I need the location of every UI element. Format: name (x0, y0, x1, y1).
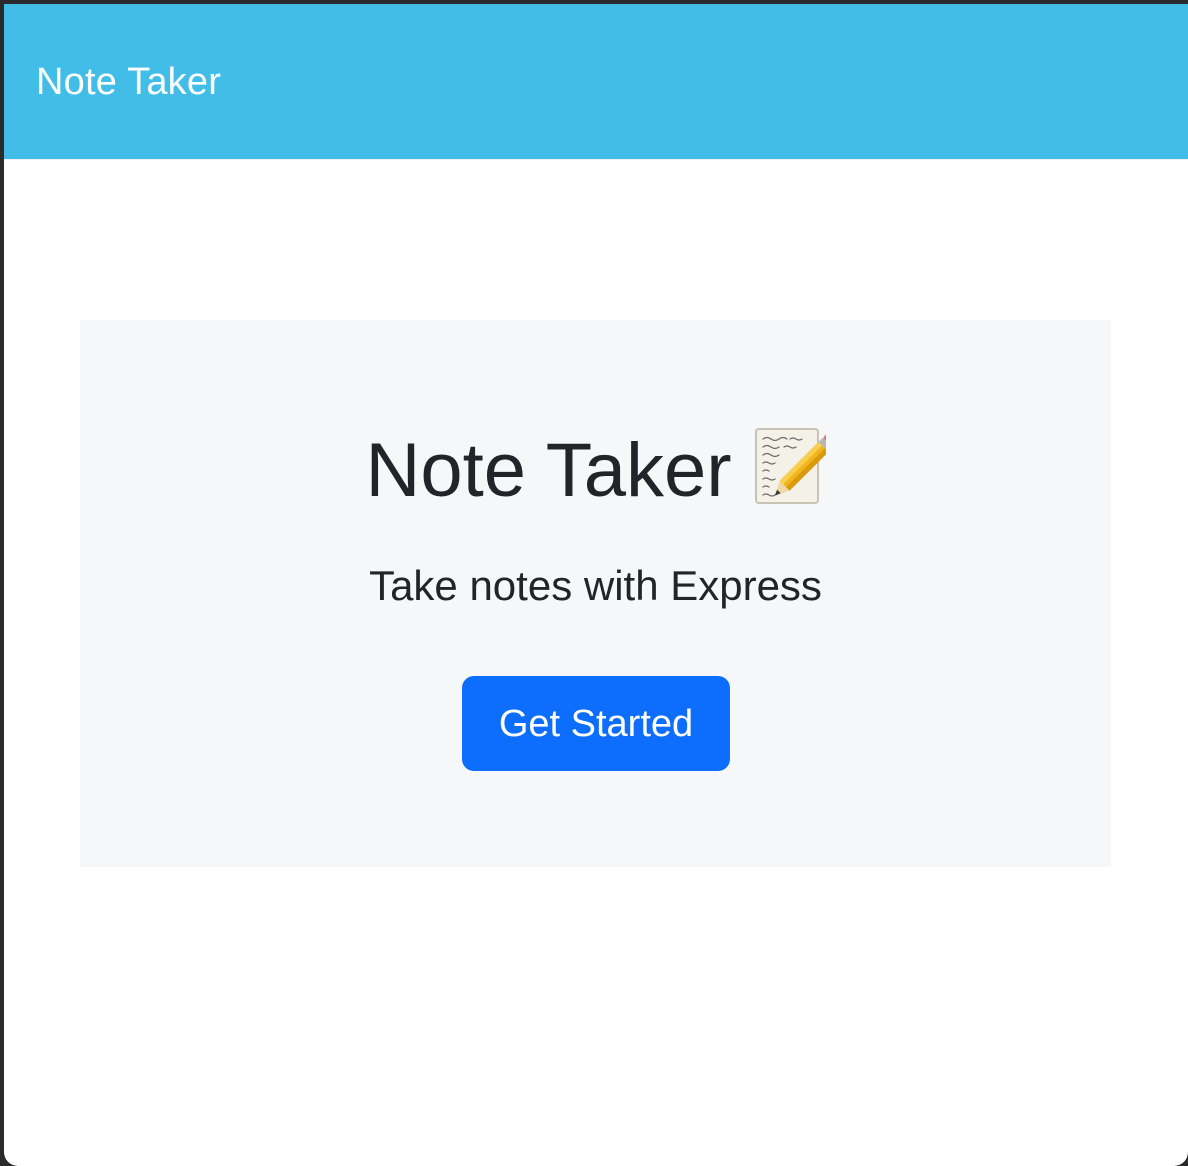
navbar-brand[interactable]: Note Taker (36, 58, 221, 106)
hero-title-row: Note Taker (80, 416, 1111, 521)
page-title: Note Taker (365, 427, 732, 513)
hero-panel: Note Taker Take notes with Express Get S… (80, 320, 1111, 867)
page-subtitle: Take notes with Express (369, 562, 822, 609)
get-started-button[interactable]: Get Started (462, 676, 730, 771)
navbar: Note Taker (4, 4, 1188, 159)
app-window: Note Taker Note Taker Take notes with Ex… (4, 4, 1188, 1166)
memo-icon (754, 427, 838, 507)
